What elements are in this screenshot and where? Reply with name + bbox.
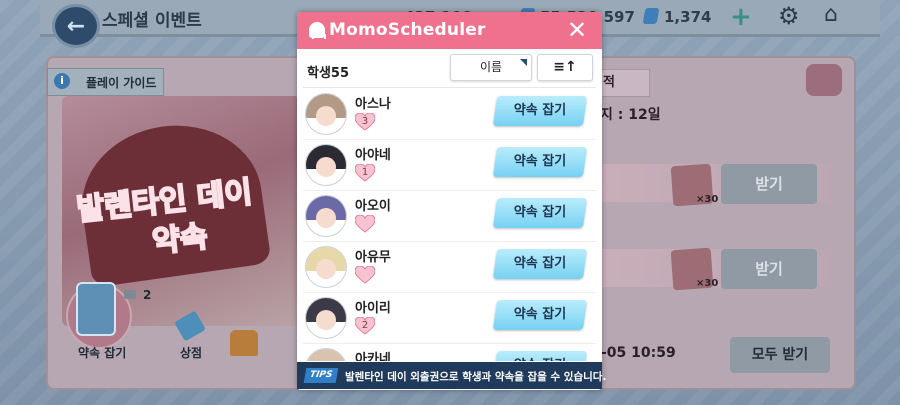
affection-level: 2 <box>361 320 369 331</box>
affection-heart-icon <box>355 215 375 233</box>
avatar-face <box>316 106 336 126</box>
phone-icon <box>76 282 116 336</box>
arrow-left-icon: ← <box>66 13 86 39</box>
momoscheduler-modal: MomoScheduler ✕ 학생55 이름 ≡↑ 아스나 3 약속 잡기 아… <box>297 12 602 390</box>
student-row: 아야네 1 약속 잡기 <box>303 140 596 191</box>
momo-logo-icon <box>309 22 326 39</box>
tips-badge: TIPS <box>303 368 339 383</box>
modal-header: MomoScheduler ✕ <box>297 12 602 49</box>
nav-promise-label[interactable]: 약속 잡기 <box>78 344 126 361</box>
student-row: 아오이 약속 잡기 <box>303 191 596 242</box>
make-promise-button[interactable]: 약속 잡기 <box>492 249 588 279</box>
end-date-text: -05 10:59 <box>601 345 676 361</box>
close-icon: ✕ <box>566 16 588 44</box>
sort-order-button[interactable]: ≡↑ <box>537 54 593 81</box>
dropdown-corner-icon <box>520 59 527 66</box>
make-promise-label: 약속 잡기 <box>513 103 567 118</box>
reward-qty: ×30 <box>696 278 719 289</box>
days-left-text: 지 : 12일 <box>600 107 661 123</box>
student-name: 아스나 <box>355 97 391 112</box>
affection-level: 1 <box>361 167 369 178</box>
pudding-icon <box>230 330 258 356</box>
nav-shop-label[interactable]: 상점 <box>180 344 202 361</box>
affection-heart-icon: 2 <box>355 317 375 335</box>
student-name: 아이리 <box>355 301 391 316</box>
home-icon[interactable]: ⌂ <box>824 2 838 27</box>
play-guide-button[interactable]: i 플레이 가이드 <box>47 68 164 96</box>
info-icon: i <box>54 73 70 89</box>
make-promise-button[interactable]: 약속 잡기 <box>492 96 588 126</box>
pyroxene-icon <box>642 8 660 24</box>
make-promise-button[interactable]: 약속 잡기 <box>492 300 588 330</box>
gear-icon[interactable]: ⚙ <box>778 2 800 30</box>
app-name: MomoScheduler <box>329 20 486 40</box>
heart-shape <box>355 266 375 284</box>
avatar-face <box>316 157 336 177</box>
back-button[interactable]: ← <box>52 4 100 48</box>
student-count: 학생55 <box>307 66 350 81</box>
student-name: 아야네 <box>355 148 391 163</box>
tips-bar: TIPS 발렌타인 데이 외출권으로 학생과 약속을 잡을 수 있습니다. <box>297 362 606 389</box>
play-guide-label: 플레이 가이드 <box>86 76 157 90</box>
student-row: 아유무 약속 잡기 <box>303 242 596 293</box>
close-button[interactable]: ✕ <box>563 16 591 44</box>
affection-heart-icon: 1 <box>355 164 375 182</box>
student-avatar <box>305 93 347 135</box>
make-promise-label: 약속 잡기 <box>513 205 567 220</box>
student-avatar <box>305 246 347 288</box>
tips-text: 발렌타인 데이 외출권으로 학생과 약속을 잡을 수 있습니다. <box>345 371 607 383</box>
student-name: 아카네 <box>355 352 391 361</box>
avatar-face <box>316 208 336 228</box>
claim-button[interactable]: 받기 <box>721 164 817 204</box>
student-name: 아유무 <box>355 250 391 265</box>
make-promise-button[interactable]: 약속 잡기 <box>492 351 588 361</box>
sort-select[interactable]: 이름 <box>450 54 532 81</box>
student-row: 아이리 2 약속 잡기 <box>303 293 596 344</box>
affection-level: 3 <box>361 116 369 127</box>
affection-heart-icon: 3 <box>355 113 375 131</box>
cake-icon <box>806 64 842 96</box>
student-avatar <box>305 348 347 361</box>
student-avatar <box>305 195 347 237</box>
claim-all-button[interactable]: 모두 받기 <box>730 337 830 373</box>
divider <box>303 87 596 88</box>
ticket-icon <box>124 290 136 299</box>
avatar-face <box>316 310 336 330</box>
student-row: 아스나 3 약속 잡기 <box>303 89 596 140</box>
make-promise-button[interactable]: 약속 잡기 <box>492 198 588 228</box>
student-row: 아카네 약속 잡기 <box>303 344 596 361</box>
event-logo-line2: 약속 <box>150 218 211 261</box>
make-promise-button[interactable]: 약속 잡기 <box>492 147 588 177</box>
sort-value: 이름 <box>479 60 503 74</box>
student-avatar <box>305 297 347 339</box>
ticket-count: 2 <box>143 288 152 302</box>
claim-button[interactable]: 받기 <box>721 249 817 289</box>
make-promise-label: 약속 잡기 <box>513 256 567 271</box>
right-tab[interactable]: 적 <box>600 69 650 97</box>
student-avatar <box>305 144 347 186</box>
student-name: 아오이 <box>355 199 391 214</box>
add-currency-button[interactable]: + <box>730 2 752 32</box>
page-title: 스페셜 이벤트 <box>102 11 202 31</box>
make-promise-label: 약속 잡기 <box>513 154 567 169</box>
student-list[interactable]: 아스나 3 약속 잡기 아야네 1 약속 잡기 아오이 약속 잡기 아유무 약속… <box>303 89 596 361</box>
make-promise-label: 약속 잡기 <box>513 307 567 322</box>
sort-order-icon: ≡↑ <box>553 59 577 75</box>
resource-3: 1,374 <box>664 8 712 26</box>
avatar-face <box>316 259 336 279</box>
affection-heart-icon <box>355 266 375 284</box>
avatar-hair <box>306 349 346 361</box>
make-promise-label: 약속 잡기 <box>495 351 585 361</box>
reward-qty: ×30 <box>696 194 719 205</box>
heart-shape <box>355 215 375 233</box>
